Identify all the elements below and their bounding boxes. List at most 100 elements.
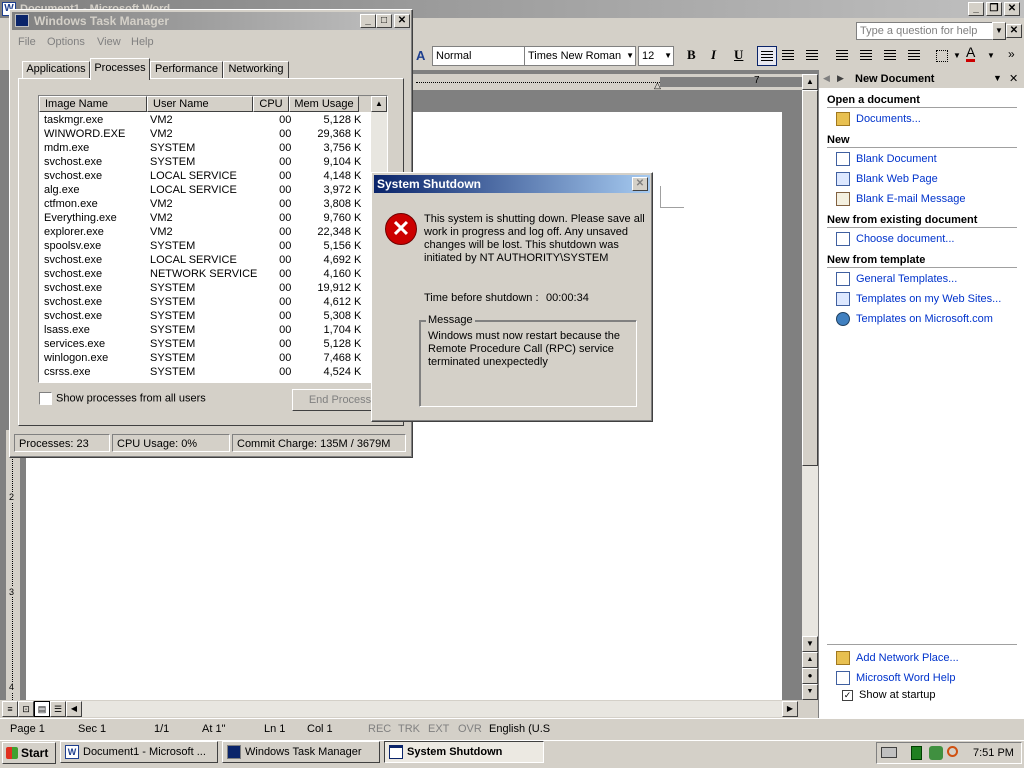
- underline-button[interactable]: U: [734, 47, 743, 63]
- show-at-startup-checkbox[interactable]: ✓: [842, 689, 853, 701]
- taskbar-item-taskmgr[interactable]: Windows Task Manager: [222, 741, 380, 763]
- process-row[interactable]: spoolsv.exe SYSTEM 00 5,156 K: [40, 239, 365, 253]
- scroll-thumb[interactable]: [802, 90, 818, 466]
- process-row[interactable]: svchost.exe NETWORK SERVICE 00 4,160 K: [40, 267, 365, 281]
- task-pane-dropdown-icon[interactable]: ▼: [993, 73, 1002, 83]
- bullets-icon[interactable]: [860, 50, 872, 60]
- word-help-link[interactable]: Microsoft Word Help: [836, 671, 955, 685]
- hscroll-track[interactable]: [82, 701, 782, 717]
- process-row[interactable]: svchost.exe LOCAL SERVICE 00 4,148 K: [40, 169, 365, 183]
- col-mem-usage[interactable]: Mem Usage: [289, 96, 359, 112]
- font-size-select[interactable]: 12 ▼: [638, 46, 674, 66]
- taskmgr-maximize-button[interactable]: □: [376, 14, 392, 28]
- show-at-startup-option[interactable]: ✓ Show at startup: [842, 689, 935, 701]
- show-all-users-option[interactable]: Show processes from all users: [39, 392, 206, 405]
- task-pane-back-icon[interactable]: ◀: [823, 73, 830, 84]
- decrease-indent-icon[interactable]: [884, 50, 896, 60]
- border-icon[interactable]: [936, 50, 948, 62]
- styles-pane-icon[interactable]: A: [416, 48, 425, 63]
- taskbar-item-word[interactable]: W Document1 - Microsoft ...: [60, 741, 218, 763]
- process-row[interactable]: explorer.exe VM2 00 22,348 K: [40, 225, 365, 239]
- process-row[interactable]: svchost.exe SYSTEM 00 5,308 K: [40, 309, 365, 323]
- word-minimize-button[interactable]: _: [968, 2, 984, 16]
- taskmgr-minimize-button[interactable]: _: [360, 14, 376, 28]
- outline-view-button[interactable]: ☰: [50, 701, 66, 717]
- taskmgr-menu-options[interactable]: Options: [47, 36, 85, 48]
- clock[interactable]: 7:51 PM: [973, 747, 1014, 759]
- status-trk[interactable]: TRK: [398, 723, 420, 735]
- process-row[interactable]: Everything.exe VM2 00 9,760 K: [40, 211, 365, 225]
- tab-performance[interactable]: Performance: [150, 61, 223, 79]
- scroll-down-button[interactable]: ▼: [802, 636, 818, 652]
- start-button[interactable]: Start: [2, 742, 56, 764]
- word-close-button[interactable]: ✕: [1004, 2, 1020, 16]
- select-browse-object-button[interactable]: ●: [802, 668, 818, 684]
- col-image-name[interactable]: Image Name: [39, 96, 147, 112]
- bold-button[interactable]: B: [687, 47, 696, 63]
- align-right-icon[interactable]: [806, 50, 818, 60]
- process-row[interactable]: taskmgr.exe VM2 00 5,128 K: [40, 113, 365, 127]
- process-row[interactable]: services.exe SYSTEM 00 5,128 K: [40, 337, 365, 351]
- process-row[interactable]: svchost.exe SYSTEM 00 4,612 K: [40, 295, 365, 309]
- italic-button[interactable]: I: [711, 47, 716, 63]
- taskmgr-menu-file[interactable]: File: [18, 36, 36, 48]
- hscroll-left-button[interactable]: ◀: [66, 701, 82, 717]
- task-manager-window[interactable]: Windows Task Manager _ □ ✕ File Options …: [9, 9, 413, 458]
- align-center-icon[interactable]: [782, 50, 794, 60]
- process-scroll-up-button[interactable]: ▲: [371, 96, 387, 112]
- templates-web-link[interactable]: Templates on my Web Sites...: [836, 292, 1001, 306]
- toolbar-options-icon[interactable]: »: [1008, 47, 1015, 61]
- col-cpu[interactable]: CPU: [253, 96, 289, 112]
- monitor-icon[interactable]: [911, 746, 922, 760]
- scroll-up-button[interactable]: ▲: [802, 74, 818, 90]
- process-row[interactable]: csrss.exe SYSTEM 00 4,524 K: [40, 365, 365, 379]
- task-pane-forward-icon[interactable]: ▶: [837, 73, 844, 84]
- status-rec[interactable]: REC: [368, 723, 391, 735]
- process-row[interactable]: svchost.exe SYSTEM 00 9,104 K: [40, 155, 365, 169]
- font-color-icon[interactable]: A: [966, 45, 976, 62]
- align-left-icon[interactable]: [757, 46, 777, 66]
- help-dropdown-button[interactable]: ▼: [992, 22, 1006, 40]
- tab-processes[interactable]: Processes: [90, 58, 150, 80]
- documents-link[interactable]: Documents...: [836, 112, 921, 126]
- process-row[interactable]: mdm.exe SYSTEM 00 3,756 K: [40, 141, 365, 155]
- taskmgr-menu-help[interactable]: Help: [131, 36, 154, 48]
- choose-document-link[interactable]: Choose document...: [836, 232, 954, 246]
- normal-view-button[interactable]: ≡: [2, 701, 18, 717]
- general-templates-link[interactable]: General Templates...: [836, 272, 957, 286]
- keyboard-icon[interactable]: [881, 747, 897, 758]
- border-dropdown-icon[interactable]: ▼: [953, 51, 961, 60]
- doc-close-button[interactable]: ✕: [1006, 24, 1022, 38]
- search-icon[interactable]: [947, 746, 958, 757]
- show-all-users-checkbox[interactable]: [39, 392, 52, 405]
- shutdown-close-button[interactable]: ✕: [632, 177, 648, 191]
- taskmgr-close-button[interactable]: ✕: [394, 14, 410, 28]
- font-select[interactable]: Times New Roman ▼: [524, 46, 636, 66]
- next-page-button[interactable]: ▼: [802, 684, 818, 700]
- task-pane-title[interactable]: New Document: [855, 73, 934, 85]
- horizontal-ruler[interactable]: 7 △: [412, 74, 802, 90]
- word-restore-button[interactable]: ❐: [986, 2, 1002, 16]
- numbering-icon[interactable]: [836, 50, 848, 60]
- font-color-dropdown-icon[interactable]: ▼: [987, 51, 995, 60]
- system-shutdown-dialog[interactable]: System Shutdown ✕ ✕ This system is shutt…: [371, 172, 653, 422]
- help-question-box[interactable]: Type a question for help: [856, 22, 1004, 40]
- process-row[interactable]: winlogon.exe SYSTEM 00 7,468 K: [40, 351, 365, 365]
- word-vertical-scrollbar[interactable]: ▲ ▼ ▲ ● ▼: [802, 74, 818, 700]
- process-row[interactable]: ctfmon.exe VM2 00 3,808 K: [40, 197, 365, 211]
- tab-networking[interactable]: Networking: [223, 61, 289, 79]
- process-row[interactable]: alg.exe LOCAL SERVICE 00 3,972 K: [40, 183, 365, 197]
- shutdown-title-bar[interactable]: System Shutdown ✕: [374, 175, 650, 193]
- increase-indent-icon[interactable]: [908, 50, 920, 60]
- process-row[interactable]: svchost.exe SYSTEM 00 19,912 K: [40, 281, 365, 295]
- col-user-name[interactable]: User Name: [147, 96, 253, 112]
- blank-email-link[interactable]: Blank E-mail Message: [836, 192, 965, 206]
- process-row[interactable]: WINWORD.EXE VM2 00 29,368 K: [40, 127, 365, 141]
- prev-page-button[interactable]: ▲: [802, 652, 818, 668]
- blank-document-link[interactable]: Blank Document: [836, 152, 937, 166]
- network-icon[interactable]: [929, 746, 943, 760]
- process-row[interactable]: svchost.exe LOCAL SERVICE 00 4,692 K: [40, 253, 365, 267]
- status-ovr[interactable]: OVR: [458, 723, 482, 735]
- taskmgr-title-bar[interactable]: Windows Task Manager _ □ ✕: [12, 12, 410, 30]
- vertical-ruler[interactable]: 1 2 3 4: [6, 430, 20, 700]
